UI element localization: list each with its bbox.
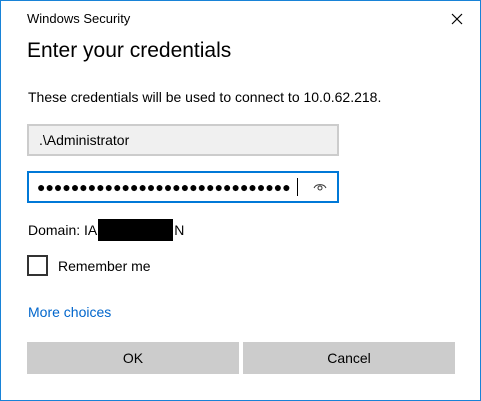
domain-suffix: N [174, 222, 185, 238]
window-title: Windows Security [27, 11, 131, 26]
username-input[interactable] [27, 124, 339, 156]
remember-me-checkbox[interactable] [27, 255, 48, 276]
remember-me-option[interactable]: Remember me [27, 255, 151, 276]
reveal-password-button[interactable] [307, 176, 333, 198]
more-choices-link[interactable]: More choices [28, 304, 111, 320]
remember-me-label: Remember me [58, 257, 151, 274]
domain-prefix: Domain: IA [28, 222, 98, 238]
ok-button[interactable]: OK [27, 342, 239, 374]
cancel-button[interactable]: Cancel [243, 342, 455, 374]
title-bar: Windows Security [1, 1, 480, 35]
text-caret [297, 178, 298, 196]
credentials-dialog: Windows Security Enter your credentials … [0, 0, 481, 401]
password-field[interactable] [27, 171, 339, 203]
eye-icon [313, 184, 327, 191]
close-button[interactable] [442, 6, 472, 32]
close-icon [451, 13, 463, 25]
domain-text: Domain: IA N [28, 219, 184, 241]
dialog-heading: Enter your credentials [27, 39, 232, 62]
connection-description: These credentials will be used to connec… [28, 89, 382, 105]
password-input[interactable] [29, 173, 297, 201]
redaction-block [98, 219, 174, 241]
